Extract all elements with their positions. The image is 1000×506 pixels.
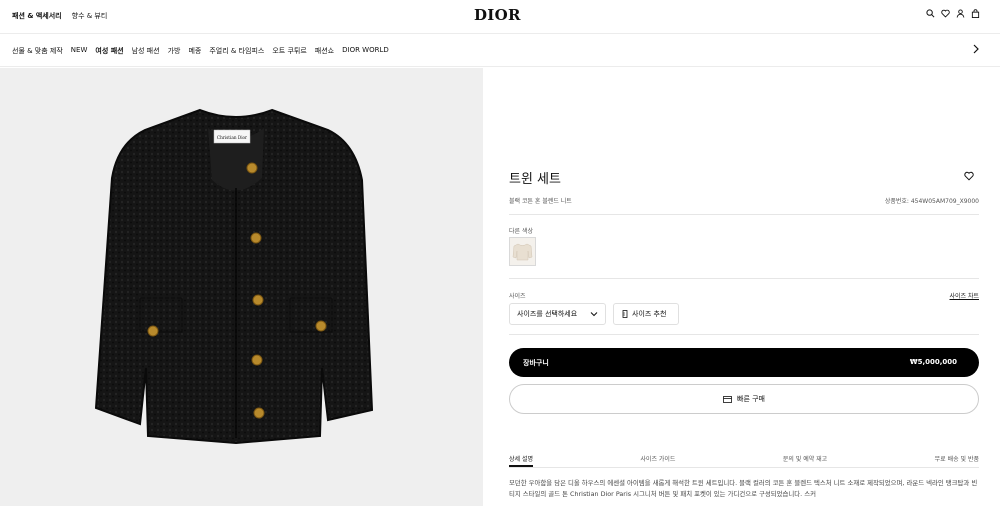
nav-item-gifts[interactable]: 선물 & 맞춤 제작: [12, 46, 63, 56]
category-nav-links: 선물 & 맞춤 제작 NEW 여성 패션 남성 패션 가방 메종 주얼리 & 타…: [12, 46, 389, 56]
product-reference: 상품번호: 454W05AM709_X9000: [884, 198, 979, 205]
search-icon[interactable]: [926, 9, 935, 18]
card-icon: [723, 395, 732, 403]
tab-shipping[interactable]: 무료 배송 및 반품: [935, 454, 979, 467]
nav-item-jewelry[interactable]: 주얼리 & 타임피스: [209, 46, 264, 56]
heart-icon[interactable]: [941, 9, 950, 18]
ruler-icon: [622, 310, 628, 318]
tab-details[interactable]: 상세 설명: [509, 454, 533, 467]
nav-item-bags[interactable]: 가방: [168, 46, 181, 56]
quick-buy-label: 빠른 구매: [737, 395, 765, 403]
brand-label-text: Christian Dior: [217, 135, 247, 140]
size-label: 사이즈: [509, 293, 526, 300]
cardigan-illustration: Christian Dior: [94, 108, 374, 445]
nav-item-men[interactable]: 남성 패션: [132, 46, 160, 56]
size-advice-button[interactable]: 사이즈 추천: [613, 303, 679, 325]
size-chart-link[interactable]: 사이즈 차트: [949, 291, 979, 300]
sweater-thumbnail-icon: [512, 243, 533, 261]
tab-size-guide[interactable]: 사이즈 가이드: [640, 454, 675, 467]
product-image[interactable]: Christian Dior: [0, 68, 483, 506]
top-link-beauty[interactable]: 향수 & 뷰티: [72, 11, 108, 21]
nav-item-maison[interactable]: 메종: [188, 46, 201, 56]
chevron-down-icon: [590, 312, 598, 317]
header-icons: [926, 9, 980, 18]
size-select-value: 사이즈를 선택하세요: [517, 310, 578, 318]
divider: [509, 278, 979, 279]
nav-item-new[interactable]: NEW: [71, 46, 88, 56]
wishlist-heart-icon[interactable]: [964, 171, 974, 181]
divider: [509, 214, 979, 215]
divider: [509, 334, 979, 335]
user-icon[interactable]: [956, 9, 965, 18]
nav-item-haute-couture[interactable]: 오트 쿠튀르: [272, 46, 306, 56]
size-advice-label: 사이즈 추천: [632, 310, 667, 318]
color-swatch[interactable]: [509, 237, 536, 266]
top-links: 패션 & 액세서리 향수 & 뷰티: [12, 11, 107, 21]
add-to-cart-button[interactable]: 장바구니 ₩5,000,000: [509, 348, 979, 377]
nav-item-dior-world[interactable]: DIOR WORLD: [342, 46, 389, 56]
quick-buy-button[interactable]: 빠른 구매: [509, 384, 979, 414]
size-select[interactable]: 사이즈를 선택하세요: [509, 303, 606, 325]
chevron-right-icon[interactable]: [972, 44, 980, 54]
product-details: 트윈 세트 블랙 코튼 혼 블렌드 니트 상품번호: 454W05AM709_X…: [509, 68, 979, 506]
top-link-fashion[interactable]: 패션 & 액세서리: [12, 11, 62, 21]
cart-label: 장바구니: [523, 359, 549, 367]
product-title: 트윈 세트: [509, 172, 561, 187]
product-subtitle: 블랙 코튼 혼 블렌드 니트: [509, 198, 572, 205]
dior-logo[interactable]: DIOR: [474, 6, 521, 24]
bag-icon[interactable]: [971, 9, 980, 18]
color-label: 다른 색상: [509, 228, 533, 235]
category-nav: 선물 & 맞춤 제작 NEW 여성 패션 남성 패션 가방 메종 주얼리 & 타…: [0, 33, 1000, 67]
tab-inquiry[interactable]: 문의 및 예약 재고: [783, 454, 827, 467]
top-bar: 패션 & 액세서리 향수 & 뷰티 DIOR: [0, 0, 1000, 33]
product-description: 모던한 우아함을 담은 디올 하우스의 에센셜 아이템을 새롭게 해석한 트윈 …: [509, 479, 978, 498]
price: ₩5,000,000: [909, 358, 957, 366]
nav-item-women[interactable]: 여성 패션: [95, 46, 123, 56]
detail-tabs: 상세 설명 사이즈 가이드 문의 및 예약 재고 무료 배송 및 반품: [509, 454, 979, 468]
nav-item-fashion-show[interactable]: 패션쇼: [315, 46, 334, 56]
